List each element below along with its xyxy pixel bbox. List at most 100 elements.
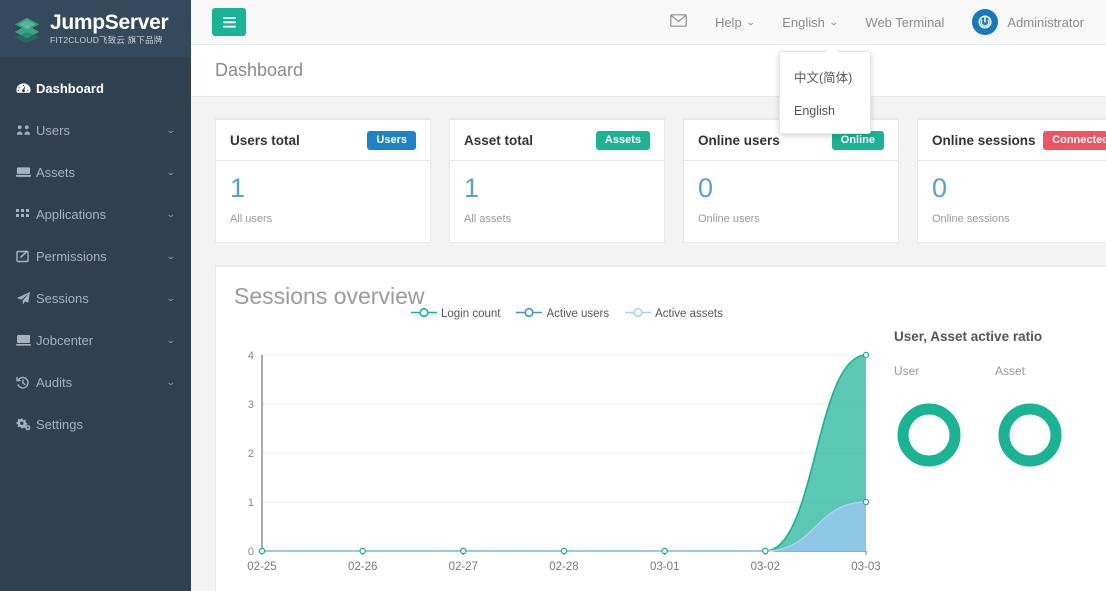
svg-text:0: 0: [248, 546, 254, 558]
card-value: 1: [230, 173, 246, 204]
legend-marker-icon: [411, 307, 437, 321]
dashboard-icon: [16, 82, 36, 95]
brand-title: JumpServer: [50, 11, 169, 35]
sessions-icon: [16, 291, 36, 305]
messages-button[interactable]: [656, 0, 701, 45]
topbar: Help ⌄ English ⌄ Web Terminal Administra…: [191, 0, 1106, 45]
card-title: Users total: [230, 133, 300, 149]
stat-card-online-sessions: Online sessions Connected 0 Online sessi…: [917, 118, 1106, 244]
hamburger-icon[interactable]: [212, 8, 246, 36]
language-option-en[interactable]: English: [780, 95, 870, 127]
language-dropdown-menu: 中文(简体) English: [779, 46, 871, 134]
sidebar-item-sessions[interactable]: Sessions ⌄: [0, 277, 191, 319]
envelope-icon: [670, 14, 687, 30]
card-caption: Online users: [698, 213, 760, 226]
panel-heading: Sessions overview: [234, 283, 424, 310]
svg-text:2: 2: [248, 448, 254, 460]
card-value: 1: [464, 173, 480, 204]
web-terminal-link[interactable]: Web Terminal: [851, 0, 958, 45]
legend-marker-icon: [516, 307, 543, 321]
legend-label: Login count: [441, 308, 501, 321]
web-terminal-label: Web Terminal: [865, 14, 945, 30]
stat-cards: Users total Users 1 All users Asset tota…: [191, 97, 1106, 244]
sidebar-item-label: Dashboard: [36, 80, 104, 96]
legend-label: Active assets: [655, 308, 723, 321]
card-value: 0: [932, 173, 948, 204]
sidebar-item-label: Audits: [36, 374, 73, 390]
chevron-down-icon: ⌄: [166, 292, 177, 303]
page-header: Dashboard: [191, 45, 1106, 97]
sidebar-item-audits[interactable]: Audits ⌄: [0, 361, 191, 403]
sidebar-item-settings[interactable]: Settings: [0, 403, 191, 445]
chevron-down-icon: ⌄: [166, 166, 177, 177]
sessions-area-chart: 0 1 2 3 4 02-25 02-26 02-27 02-28 03-01 03-02 03-03: [230, 345, 880, 590]
legend-item-active-assets[interactable]: Active assets: [625, 307, 723, 321]
svg-text:02-26: 02-26: [348, 561, 377, 573]
stat-card-users-total: Users total Users 1 All users: [215, 118, 431, 244]
language-label: English: [782, 14, 825, 30]
sidebar-item-users[interactable]: Users ⌄: [0, 109, 191, 151]
card-caption: All users: [230, 213, 273, 226]
sidebar-item-assets[interactable]: Assets ⌄: [0, 151, 191, 193]
chevron-down-icon: ⌄: [166, 250, 177, 261]
user-menu[interactable]: Administrator: [958, 0, 1098, 45]
legend-marker-icon: [625, 307, 652, 321]
sidebar-nav: Dashboard Users ⌄ Assets ⌄ Applications …: [0, 57, 191, 445]
layers-icon: [12, 14, 42, 44]
main-content: Users total Users 1 All users Asset tota…: [191, 97, 1106, 591]
user-asset-active-ratio: User, Asset active ratio User Asset: [894, 329, 1106, 475]
sidebar-item-permissions[interactable]: Permissions ⌄: [0, 235, 191, 277]
sidebar-item-label: Applications: [36, 206, 107, 222]
svg-text:03-01: 03-01: [650, 561, 679, 573]
user-label: Administrator: [1007, 14, 1084, 30]
power-icon: [972, 9, 999, 35]
card-caption: All assets: [464, 213, 512, 226]
permissions-icon: [16, 249, 36, 263]
svg-text:3: 3: [248, 399, 254, 411]
svg-text:03-02: 03-02: [751, 561, 780, 573]
language-option-zh[interactable]: 中文(简体): [780, 58, 870, 95]
status-badge: Users: [367, 131, 416, 151]
svg-text:02-28: 02-28: [549, 561, 578, 573]
ratio-label-asset: Asset: [995, 364, 1026, 379]
help-menu[interactable]: Help ⌄: [701, 0, 768, 45]
chevron-down-icon: ⌄: [745, 16, 756, 27]
svg-text:02-25: 02-25: [247, 561, 276, 573]
language-menu[interactable]: English ⌄: [768, 0, 851, 45]
settings-icon: [16, 417, 36, 431]
help-label: Help: [714, 14, 742, 30]
sessions-overview-panel: Weekly Monthly Sessions overview Login c…: [215, 265, 1106, 591]
topbar-nav: Help ⌄ English ⌄ Web Terminal Administra…: [656, 0, 1106, 45]
donut-user: [894, 400, 964, 475]
dashboard-page: JumpServer FIT2CLOUD飞致云 旗下品牌 Dashboard U…: [0, 0, 1106, 591]
chart-legend: Login count Active users Active assets: [411, 307, 723, 321]
chevron-down-icon: ⌄: [166, 124, 177, 135]
stat-card-asset-total: Asset total Assets 1 All assets: [449, 118, 665, 244]
svg-text:03-03: 03-03: [851, 561, 880, 573]
chevron-down-icon: ⌄: [828, 16, 839, 27]
chevron-down-icon: ⌄: [166, 334, 177, 345]
card-caption: Online sessions: [932, 213, 1010, 226]
applications-icon: [16, 208, 36, 220]
svg-text:02-27: 02-27: [449, 561, 478, 573]
sidebar-item-label: Settings: [36, 416, 83, 432]
sidebar-item-applications[interactable]: Applications ⌄: [0, 193, 191, 235]
assets-icon: [16, 166, 36, 178]
card-title: Asset total: [464, 133, 534, 149]
sidebar: JumpServer FIT2CLOUD飞致云 旗下品牌 Dashboard U…: [0, 0, 191, 591]
legend-item-active-users[interactable]: Active users: [516, 307, 609, 321]
sidebar-item-jobcenter[interactable]: Jobcenter ⌄: [0, 319, 191, 361]
chevron-down-icon: ⌄: [166, 208, 177, 219]
users-icon: [16, 124, 36, 136]
donut-asset: [995, 400, 1065, 475]
ratio-labels: User Asset: [894, 364, 1106, 378]
brand-header[interactable]: JumpServer FIT2CLOUD飞致云 旗下品牌: [0, 0, 191, 57]
sidebar-item-label: Sessions: [36, 290, 89, 306]
sidebar-item-label: Users: [36, 122, 70, 138]
svg-text:1: 1: [248, 497, 254, 509]
legend-item-login-count[interactable]: Login count: [411, 307, 500, 321]
card-title: Online users: [698, 133, 780, 149]
sidebar-item-dashboard[interactable]: Dashboard: [0, 67, 191, 109]
sidebar-item-label: Jobcenter: [36, 332, 94, 348]
jobcenter-icon: [16, 334, 36, 346]
